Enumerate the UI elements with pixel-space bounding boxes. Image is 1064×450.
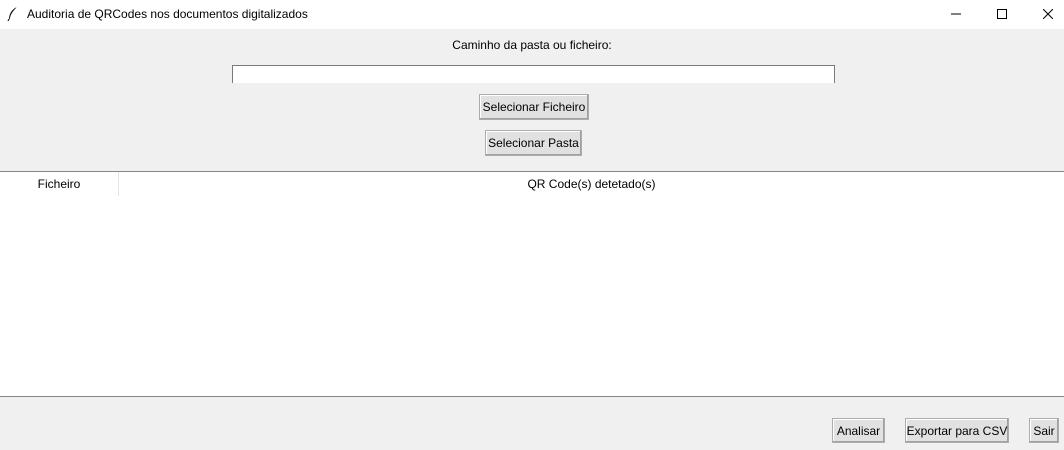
- app-window: Auditoria de QRCodes nos documentos digi…: [0, 0, 1064, 450]
- export-csv-button[interactable]: Exportar para CSV: [905, 418, 1009, 443]
- maximize-button[interactable]: [979, 0, 1025, 29]
- results-table[interactable]: Ficheiro QR Code(s) detetado(s): [0, 171, 1064, 397]
- select-file-button[interactable]: Selecionar Ficheiro: [479, 94, 589, 120]
- path-label: Caminho da pasta ou ficheiro:: [452, 38, 612, 52]
- close-button[interactable]: [1025, 0, 1064, 29]
- window-title: Auditoria de QRCodes nos documentos digi…: [27, 7, 308, 21]
- path-input[interactable]: [232, 65, 835, 83]
- maximize-icon: [997, 9, 1007, 19]
- select-folder-button[interactable]: Selecionar Pasta: [485, 130, 582, 156]
- minimize-icon: [951, 13, 961, 15]
- minimize-button[interactable]: [933, 0, 979, 29]
- exit-button[interactable]: Sair: [1029, 418, 1059, 443]
- table-body[interactable]: [0, 196, 1064, 396]
- column-header-file[interactable]: Ficheiro: [0, 172, 119, 196]
- column-header-qrcodes[interactable]: QR Code(s) detetado(s): [119, 172, 1064, 196]
- table-header: Ficheiro QR Code(s) detetado(s): [0, 172, 1064, 196]
- feather-icon: [6, 6, 20, 22]
- analyse-button[interactable]: Analisar: [832, 418, 885, 443]
- title-bar[interactable]: Auditoria de QRCodes nos documentos digi…: [0, 0, 1064, 29]
- close-icon: [1043, 9, 1053, 19]
